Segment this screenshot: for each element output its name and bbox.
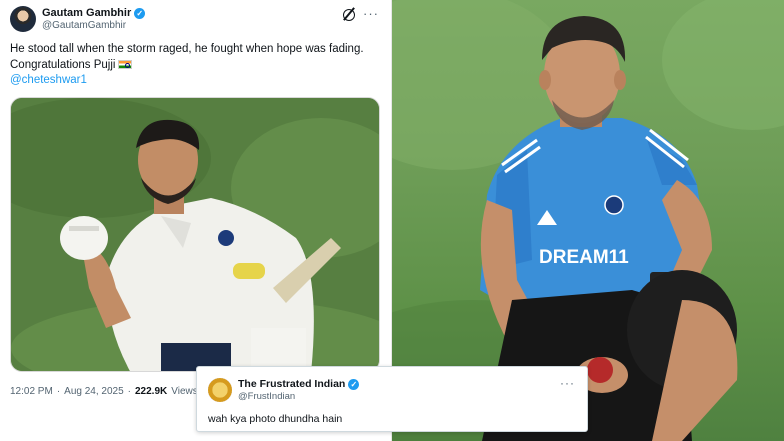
tweet-header: Gautam Gambhir ✓ @GautamGambhir ··· xyxy=(10,6,381,34)
meta-separator: · xyxy=(56,386,61,397)
reply-author-name[interactable]: The Frustrated Indian xyxy=(238,378,345,390)
tweet-text: He stood tall when the storm raged, he f… xyxy=(10,42,381,89)
svg-text:DREAM11: DREAM11 xyxy=(539,247,629,268)
reply-name-row: The Frustrated Indian ✓ xyxy=(238,378,360,390)
author-name-row: Gautam Gambhir ✓ xyxy=(42,7,146,19)
reply-author-handle[interactable]: @FrustIndian xyxy=(238,391,295,402)
reply-avatar[interactable] xyxy=(208,378,232,402)
grok-icon[interactable] xyxy=(343,9,355,21)
pujara-photo xyxy=(11,98,379,371)
reply-verified-badge-icon: ✓ xyxy=(348,378,360,390)
tweet-text-line1: He stood tall when the storm raged, he f… xyxy=(10,43,364,55)
avatar[interactable] xyxy=(10,6,36,32)
more-options-icon[interactable]: ··· xyxy=(363,6,379,21)
tweet-date[interactable]: Aug 24, 2025 xyxy=(64,386,124,397)
views-count: 222.9K xyxy=(135,386,168,397)
reply-text: wah kya photo dhundha hain xyxy=(208,413,343,425)
reply-more-options-icon[interactable]: ··· xyxy=(560,376,575,390)
tweet-time[interactable]: 12:02 PM xyxy=(10,386,53,397)
views-label: Views xyxy=(171,386,198,397)
mention-link[interactable]: @cheteshwar1 xyxy=(10,73,381,89)
meta-separator-2: · xyxy=(127,386,131,397)
tweet-meta: 12:02 PM · Aug 24, 2025 · 222.9K Views xyxy=(10,386,198,397)
tweet-text-congrats: Congratulations Pujji xyxy=(10,58,116,71)
verified-badge-icon: ✓ xyxy=(134,7,146,19)
reply-card[interactable]: The Frustrated Indian ✓ @FrustIndian ···… xyxy=(196,366,588,432)
india-flag-icon xyxy=(118,59,133,69)
tweet-media-image[interactable] xyxy=(10,97,380,372)
tweet-text-line2: Congratulations Pujji xyxy=(10,58,381,74)
author-name[interactable]: Gautam Gambhir xyxy=(42,7,131,19)
author-handle[interactable]: @GautamGambhir xyxy=(42,20,126,31)
